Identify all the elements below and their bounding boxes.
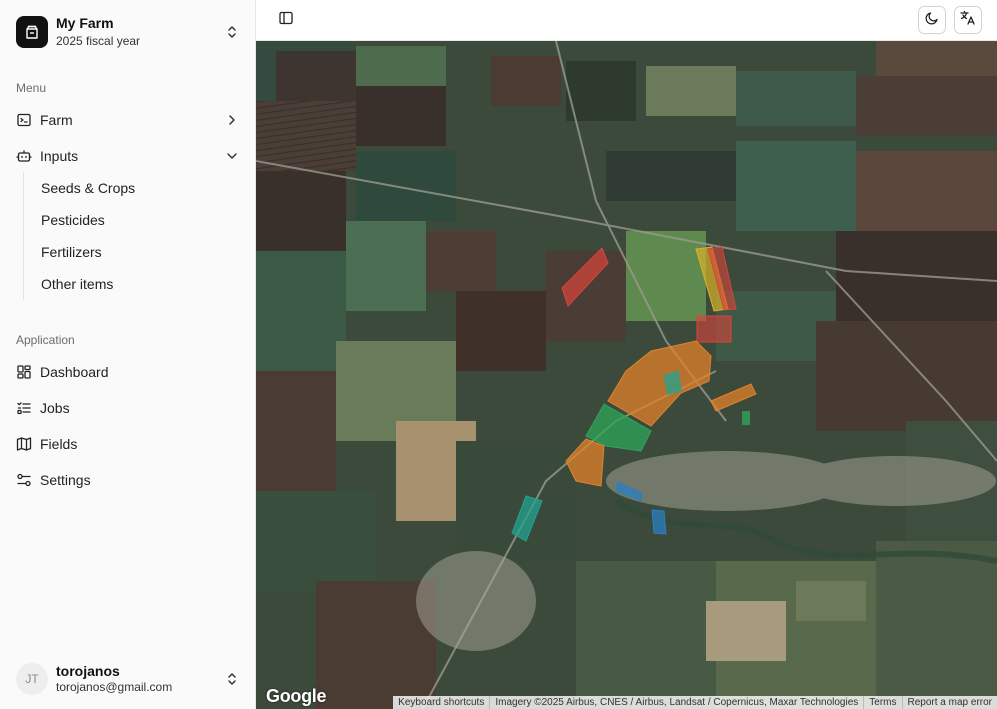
sidebar-item-farm[interactable]: Farm <box>8 104 248 136</box>
sidebar-item-fields[interactable]: Fields <box>8 428 248 460</box>
sidebar-toggle-button[interactable] <box>276 10 296 30</box>
report-error-link[interactable]: Report a map error <box>901 696 997 709</box>
sidebar-item-label: Fields <box>40 436 78 452</box>
main-content: Google Keyboard shortcuts Imagery ©2025 … <box>256 0 997 709</box>
bot-icon <box>16 148 32 164</box>
user-email: torojanos@gmail.com <box>56 680 173 695</box>
farm-logo-icon <box>16 16 48 48</box>
user-menu[interactable]: JT torojanos torojanos@gmail.com <box>8 655 248 703</box>
dashboard-grid-icon <box>16 364 32 380</box>
translate-icon <box>959 9 977 32</box>
moon-icon <box>924 10 940 31</box>
satellite-map[interactable]: Google Keyboard shortcuts Imagery ©2025 … <box>256 41 997 709</box>
theme-toggle-button[interactable] <box>918 6 946 34</box>
map-icon <box>16 436 32 452</box>
user-name: torojanos <box>56 662 120 679</box>
top-bar <box>256 0 997 41</box>
farm-name: My Farm <box>56 15 114 32</box>
imagery-credit: Imagery ©2025 Airbus, CNES / Airbus, Lan… <box>489 696 863 709</box>
app-root: My Farm 2025 fiscal year Menu Farm Input… <box>0 0 997 709</box>
field-green-2 <box>742 411 750 425</box>
sidebar: My Farm 2025 fiscal year Menu Farm Input… <box>0 0 256 709</box>
chevrons-up-down-icon <box>224 671 240 687</box>
sliders-icon <box>16 472 32 488</box>
field-red-3 <box>696 315 732 343</box>
sidebar-subitem-fertilizers[interactable]: Fertilizers <box>33 238 243 266</box>
farm-subtitle: 2025 fiscal year <box>56 34 141 49</box>
chevron-right-icon <box>224 112 240 128</box>
list-todo-icon <box>16 400 32 416</box>
sidebar-item-settings[interactable]: Settings <box>8 464 248 496</box>
field-blue-2 <box>651 509 667 535</box>
map-attribution: Keyboard shortcuts Imagery ©2025 Airbus,… <box>393 696 997 709</box>
terms-link[interactable]: Terms <box>863 696 901 709</box>
chevron-down-icon <box>224 148 240 164</box>
sidebar-item-label: Farm <box>40 112 73 128</box>
keyboard-shortcuts-link[interactable]: Keyboard shortcuts <box>393 696 489 709</box>
avatar: JT <box>16 663 48 695</box>
terminal-square-icon <box>16 112 32 128</box>
sidebar-item-label: Dashboard <box>40 364 109 380</box>
farm-switcher[interactable]: My Farm 2025 fiscal year <box>8 8 248 56</box>
submenu-divider <box>23 172 24 300</box>
sidebar-subitem-pesticides[interactable]: Pesticides <box>33 206 243 234</box>
menu-group-label: Menu <box>16 81 47 95</box>
sidebar-item-label: Jobs <box>40 400 70 416</box>
application-group-label: Application <box>16 333 75 347</box>
map-imagery <box>256 41 997 709</box>
sidebar-subitem-seeds-crops[interactable]: Seeds & Crops <box>33 174 243 202</box>
sidebar-item-jobs[interactable]: Jobs <box>8 392 248 424</box>
sidebar-subitem-other-items[interactable]: Other items <box>33 270 243 298</box>
sidebar-item-label: Inputs <box>40 148 79 164</box>
sidebar-item-dashboard[interactable]: Dashboard <box>8 356 248 388</box>
sidebar-item-inputs[interactable]: Inputs <box>8 140 248 172</box>
chevrons-up-down-icon <box>224 24 240 40</box>
panel-left-icon <box>278 10 294 31</box>
sidebar-item-label: Settings <box>40 472 91 488</box>
google-logo: Google <box>266 686 327 706</box>
language-button[interactable] <box>954 6 982 34</box>
